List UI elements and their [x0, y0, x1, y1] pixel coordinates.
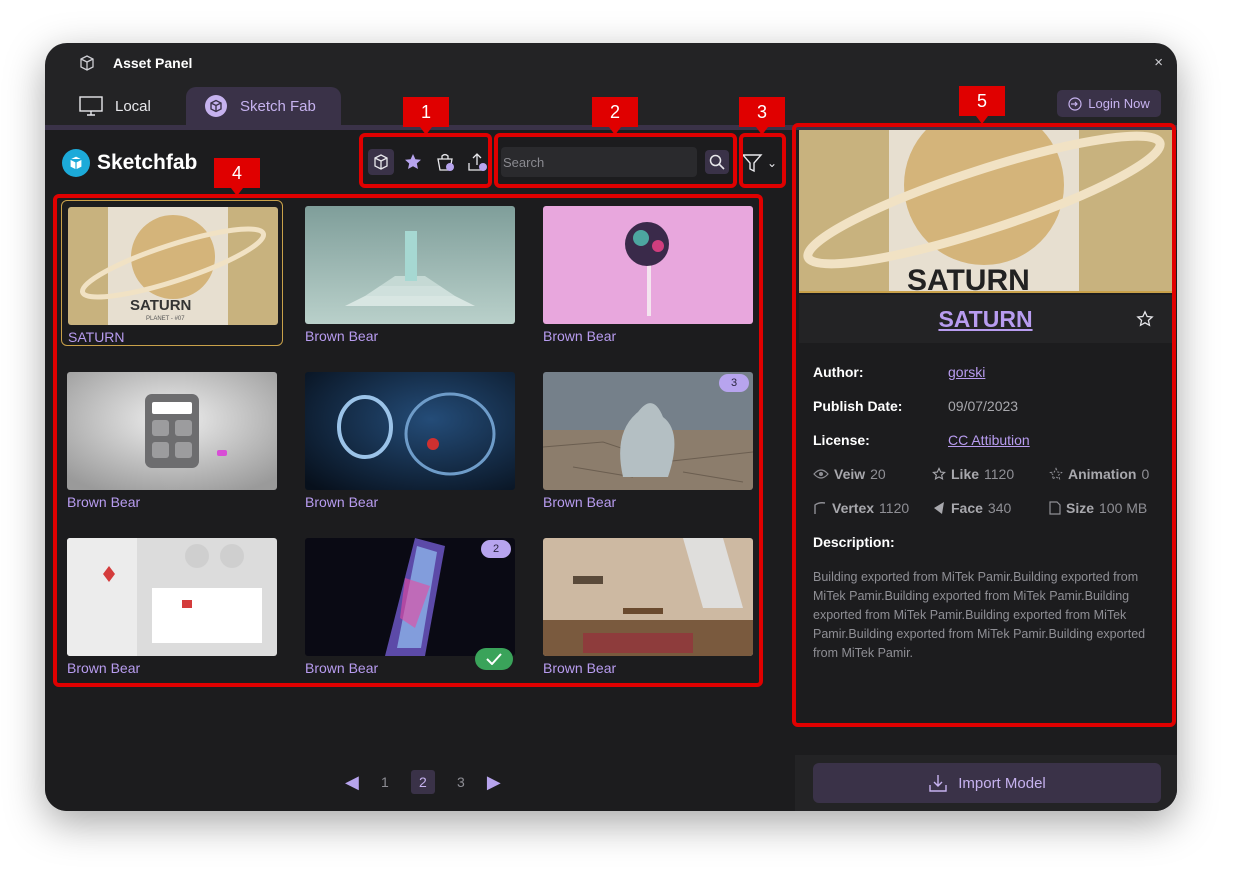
monitor-icon	[79, 96, 103, 116]
pagination: ◀ 1 2 3 ▶	[345, 770, 501, 794]
login-label: Login Now	[1088, 96, 1150, 111]
callout-label-2: 2	[592, 97, 638, 135]
sketchfab-logo-icon	[62, 149, 90, 177]
prev-page-button[interactable]: ◀	[345, 772, 359, 793]
sketchfab-icon	[205, 95, 227, 117]
import-model-button[interactable]: Import Model	[813, 763, 1161, 803]
callout-label-5: 5	[959, 86, 1005, 124]
login-icon	[1068, 96, 1082, 111]
callout-box-2	[494, 133, 737, 188]
title-bar: Asset Panel ×	[45, 43, 1177, 83]
close-icon[interactable]: ×	[1154, 54, 1163, 71]
cube-outline-icon	[80, 55, 94, 71]
window-title: Asset Panel	[113, 55, 193, 71]
page-1[interactable]: 1	[373, 770, 397, 794]
tab-local-label: Local	[115, 97, 151, 115]
sketchfab-logo: Sketchfab	[61, 148, 197, 178]
download-icon	[929, 775, 947, 792]
callout-label-4: 4	[214, 158, 260, 196]
page-3[interactable]: 3	[449, 770, 473, 794]
callout-box-3	[739, 133, 786, 188]
callout-box-4	[53, 194, 763, 687]
tab-sketch-fab-label: Sketch Fab	[240, 97, 316, 115]
callout-label-1: 1	[403, 97, 449, 135]
page-2[interactable]: 2	[410, 770, 435, 794]
import-label: Import Model	[958, 774, 1046, 792]
tab-sketch-fab[interactable]: Sketch Fab	[186, 87, 341, 125]
import-bar: Import Model	[795, 755, 1177, 811]
callout-box-5	[792, 123, 1176, 727]
brand-name: Sketchfab	[97, 151, 198, 174]
tab-local[interactable]: Local	[61, 87, 181, 125]
callout-box-1	[359, 133, 492, 188]
next-page-button[interactable]: ▶	[487, 772, 501, 793]
login-button[interactable]: Login Now	[1057, 90, 1161, 117]
callout-label-3: 3	[739, 97, 785, 135]
